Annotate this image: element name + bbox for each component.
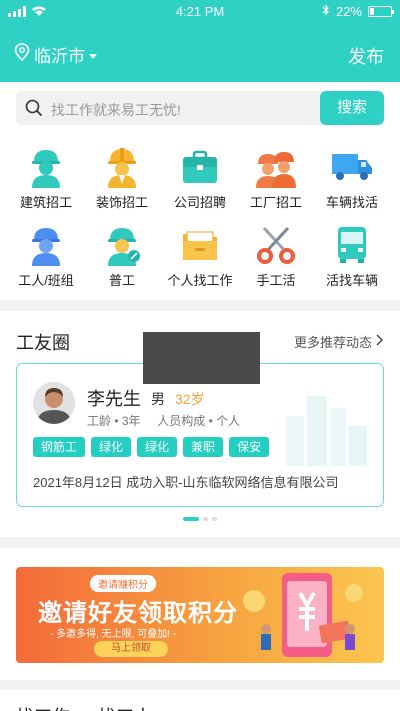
banner-section: 邀请赚积分 邀请好友领取积分 - 多邀多得, 无上限, 可叠加! - 马上领取 [0,548,400,680]
category-label: 手工活 [256,273,296,288]
category-handwork[interactable]: 手工活 [238,222,314,289]
skill-tag: 绿化 [137,437,178,457]
hire-record: 2021年8月12日 成功入职-山东临软网络信息有限公司 [33,475,339,490]
scissors-icon [254,222,298,266]
banner-headline: 邀请好友领取积分 [38,600,238,627]
skill-tag: 兼职 [183,437,224,457]
bottom-tab-section: 找工作 找工人 [0,690,400,711]
bluetooth-icon [322,4,330,19]
construction-worker-icon [24,144,68,188]
worker-name: 李先生 [87,389,141,409]
category-personal-job[interactable]: 个人找工作 [162,222,238,289]
factory-workers-icon [254,144,298,188]
category-vehicle-work[interactable]: 车辆找活 [314,144,390,211]
worker-composition: 人员构成 • 个人 [157,414,241,428]
battery-percent: 22% [335,4,362,19]
category-company[interactable]: 公司招聘 [162,144,238,211]
category-decoration[interactable]: 装饰招工 [84,144,160,211]
category-worker-team[interactable]: 工人/班组 [8,222,84,289]
worker-team-icon [24,222,68,266]
buildings-watermark-icon [281,386,371,471]
skill-tag: 绿化 [91,437,132,457]
publish-button[interactable]: 发布 [348,43,384,69]
worker-experience: 工龄 • 3年 [87,414,141,428]
banner-pill: 邀请赚积分 [90,575,156,592]
job-tabs: 找工作 找工人 [16,703,152,711]
category-label: 普工 [108,273,135,288]
skill-tags: 钢筋工 绿化 绿化 兼职 保安 [33,437,270,457]
category-label: 车辆找活 [325,195,378,210]
truck-icon [330,144,374,188]
carousel-dot-active [183,517,199,521]
search-input[interactable]: 找工作就来易工无忧! 搜索 [16,91,384,125]
section-title: 工友圈 [16,333,70,353]
phone-yuan-illustration-icon [242,571,372,663]
redaction-block [143,332,260,384]
more-feed-link[interactable]: 更多推荐动态 [294,332,384,351]
carousel-dot [203,517,208,521]
category-general-worker[interactable]: 普工 [84,222,160,289]
chevron-down-icon [89,45,97,65]
category-label: 公司招聘 [173,195,226,210]
category-label: 个人找工作 [167,273,233,288]
category-find-vehicle[interactable]: 活找车辆 [314,222,390,289]
search-icon [25,99,43,122]
category-label: 装饰招工 [95,195,148,210]
location-pin-icon [14,43,30,66]
chevron-right-icon [376,334,384,349]
worker-gender: 男 [151,391,165,407]
worker-card[interactable]: 李先生 男 32岁 工龄 • 3年 人员构成 • 个人 钢筋工 绿化 绿化 兼职… [16,363,384,507]
category-label: 建筑招工 [19,195,72,210]
worker-details: 工龄 • 3年 人员构成 • 个人 [87,412,240,429]
more-label: 更多推荐动态 [293,335,372,350]
category-grid: 建筑招工 装饰招工 公司招聘 工厂招工 车辆找活 工人/班组 普工 个人找工作 … [0,132,400,300]
search-button[interactable]: 搜索 [320,91,384,125]
search-placeholder: 找工作就来易工无忧! [51,102,181,118]
tab-find-worker[interactable]: 找工人 [98,703,152,711]
invite-banner[interactable]: 邀请赚积分 邀请好友领取积分 - 多邀多得, 无上限, 可叠加! - 马上领取 [16,567,384,663]
tab-find-job[interactable]: 找工作 [16,703,70,711]
city-selector[interactable]: 临沂市 [14,42,97,67]
category-factory[interactable]: 工厂招工 [238,144,314,211]
briefcase-icon [178,144,222,188]
skill-tag: 钢筋工 [33,437,86,457]
general-worker-icon [100,222,144,266]
status-bar: 4:21 PM 22% [0,0,400,24]
category-construction[interactable]: 建筑招工 [8,144,84,211]
carousel-dot [212,517,217,521]
banner-description: - 多邀多得, 无上限, 可叠加! - [50,629,177,640]
city-label: 临沂市 [34,47,85,66]
battery-icon [368,6,394,17]
skill-tag: 保安 [229,437,270,457]
carousel-indicator [0,517,400,521]
worker-age: 32岁 [175,391,205,407]
decoration-worker-icon [100,144,144,188]
claim-button[interactable]: 马上领取 [94,641,168,657]
category-label: 工厂招工 [249,195,302,210]
folder-icon [178,222,222,266]
category-label: 工人/班组 [18,273,74,288]
bus-icon [330,222,374,266]
search-section: 找工作就来易工无忧! 搜索 [0,82,400,132]
app-header: 4:21 PM 22% 临沂市 发布 [0,0,400,82]
category-label: 活找车辆 [325,273,378,288]
avatar [33,382,75,424]
